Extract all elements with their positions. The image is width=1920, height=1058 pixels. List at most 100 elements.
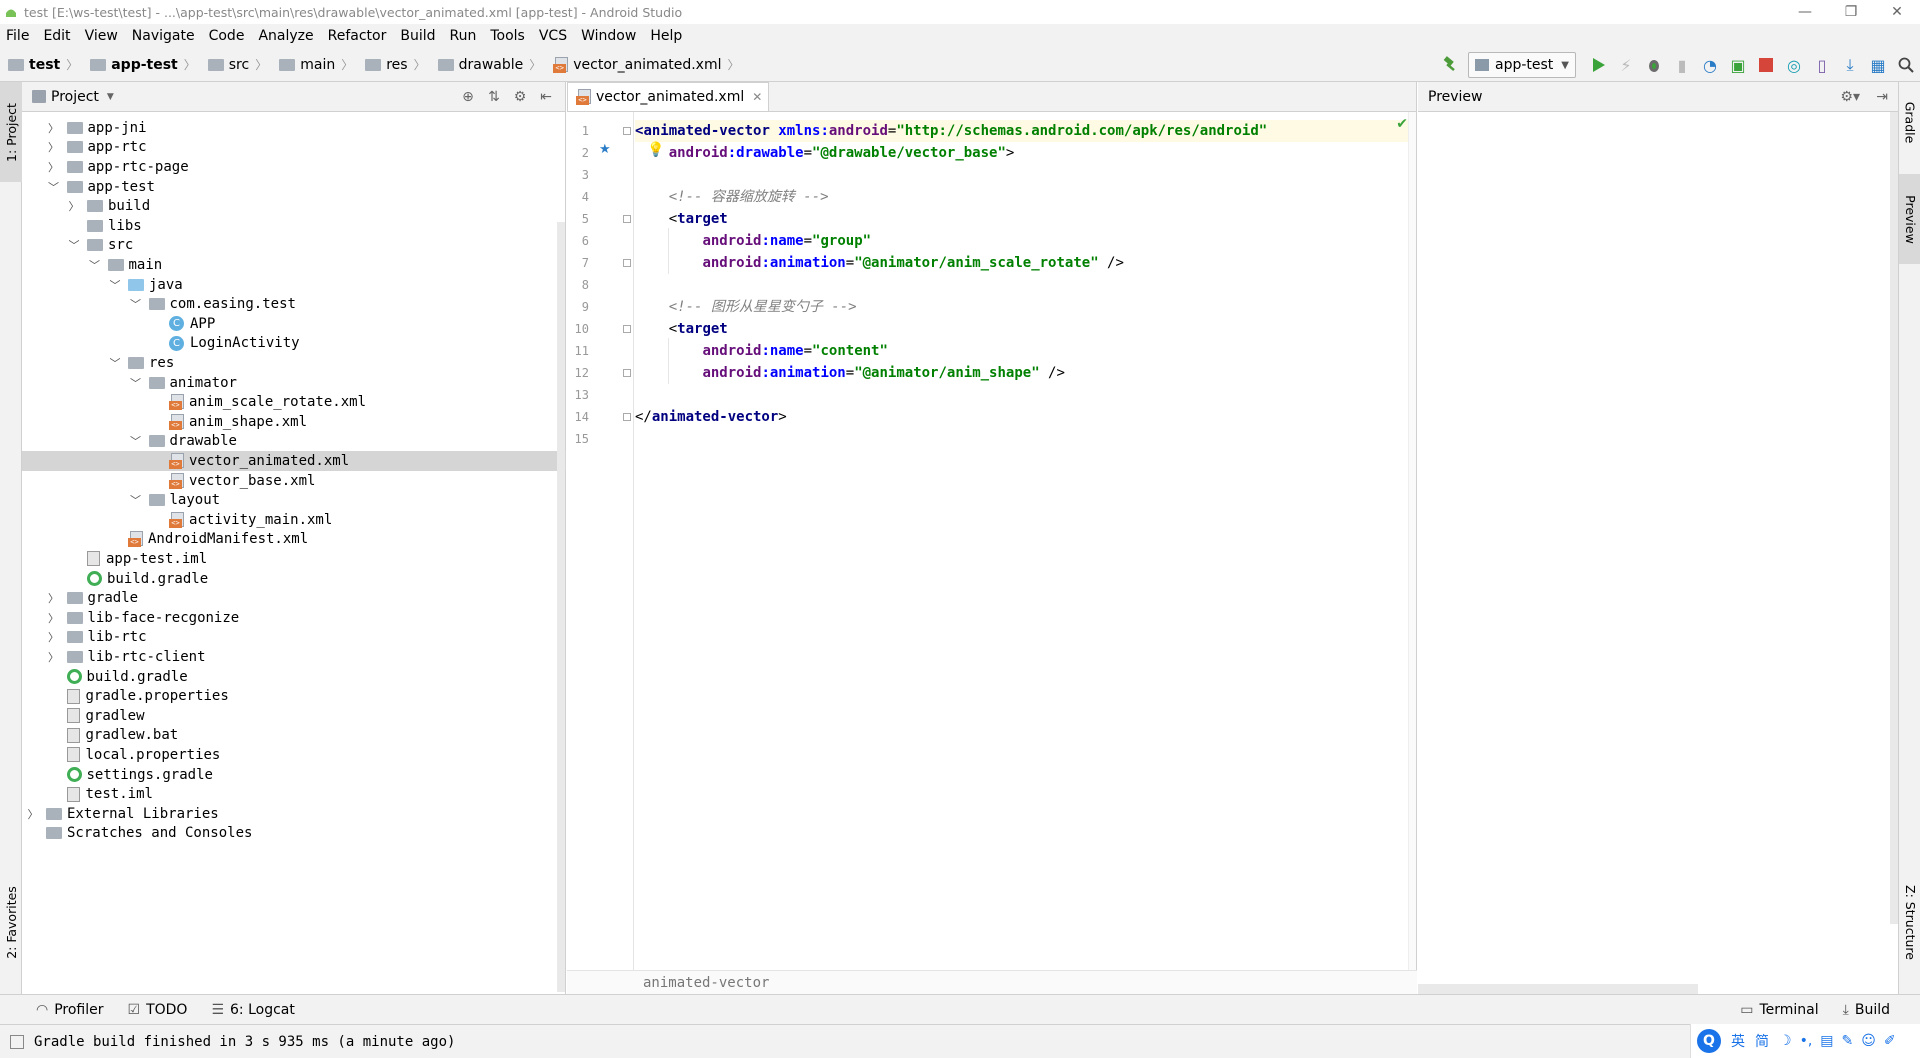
minimize-button[interactable]: — (1782, 0, 1828, 24)
chevron-down-icon[interactable]: ﹀ (108, 356, 122, 370)
tree-item[interactable]: gradlew (22, 706, 566, 726)
tree-item[interactable]: 〉 app-rtc-page (22, 157, 566, 177)
tree-item[interactable]: ﹀ src (22, 236, 566, 256)
tab-todo[interactable]: ☑ TODO (128, 1002, 188, 1018)
menu-navigate[interactable]: Navigate (126, 28, 201, 44)
tab-terminal[interactable]: ▭ Terminal (1740, 1002, 1818, 1018)
tree-item[interactable]: 〉 app-rtc (22, 138, 566, 158)
breadcrumb-item[interactable]: test 〉 (0, 48, 82, 82)
tree-item[interactable]: C LoginActivity (22, 334, 566, 354)
tree-item[interactable]: anim_shape.xml (22, 412, 566, 432)
gear-icon[interactable]: ⚙▾ (1840, 89, 1860, 105)
code-line[interactable]: <!-- 容器缩放旋转 --> (635, 186, 1415, 208)
stop-icon[interactable] (1752, 51, 1780, 79)
editor-scrollbar[interactable] (1408, 112, 1416, 970)
code-line[interactable] (635, 274, 1415, 296)
code-line[interactable]: <target (635, 318, 1415, 340)
tree-item[interactable]: C APP (22, 314, 566, 334)
tab-structure[interactable]: Z: Structure (1899, 862, 1920, 982)
fold-marker-icon[interactable] (623, 259, 631, 267)
tab-logcat[interactable]: ☰ 6: Logcat (211, 1002, 294, 1018)
tab-profiler[interactable]: ◠ Profiler (36, 1002, 104, 1018)
ime-lang[interactable]: 英 (1731, 1031, 1745, 1051)
avd-manager-icon[interactable]: ▯ (1808, 51, 1836, 79)
preview-hscrollbar[interactable] (1418, 984, 1698, 994)
project-panel-title[interactable]: Project (51, 89, 99, 105)
tree-item[interactable]: ﹀ java (22, 275, 566, 295)
status-message[interactable]: Gradle build finished in 3 s 935 ms (a m… (34, 1034, 455, 1050)
menu-run[interactable]: Run (444, 28, 483, 44)
punctuation-icon[interactable]: •, (1800, 1033, 1813, 1049)
close-tab-icon[interactable]: ✕ (752, 90, 762, 104)
menu-tools[interactable]: Tools (484, 28, 531, 44)
chevron-down-icon[interactable]: ﹀ (47, 180, 61, 194)
tree-item[interactable]: settings.gradle (22, 765, 566, 785)
tree-item[interactable]: 〉 External Libraries (22, 804, 566, 824)
menu-build[interactable]: Build (394, 28, 441, 44)
chevron-down-icon[interactable]: ﹀ (129, 297, 143, 311)
fold-marker-icon[interactable] (623, 413, 631, 421)
skin-icon[interactable]: ✐ (1884, 1033, 1896, 1049)
code-line[interactable]: android:animation="@animator/anim_scale_… (635, 252, 1415, 274)
tree-item[interactable]: gradle.properties (22, 686, 566, 706)
tree-item[interactable]: ﹀ drawable (22, 432, 566, 452)
apply-changes-icon[interactable]: ⚡ (1612, 51, 1640, 79)
tree-item[interactable]: vector_animated.xml (22, 451, 566, 471)
chevron-down-icon[interactable]: ﹀ (108, 278, 122, 292)
tree-item[interactable]: ﹀ layout (22, 490, 566, 510)
breadcrumb-item[interactable]: main 〉 (271, 48, 357, 82)
code-line[interactable]: <animated-vector xmlns:android="http://s… (635, 120, 1415, 142)
menu-help[interactable]: Help (644, 28, 688, 44)
breadcrumb-item[interactable]: vector_animated.xml 〉 (545, 48, 743, 82)
code-line[interactable]: android:animation="@animator/anim_shape"… (635, 362, 1415, 384)
code-line[interactable] (635, 384, 1415, 406)
tree-item[interactable]: ﹀ app-test (22, 177, 566, 197)
code-line[interactable]: <!-- 图形从星星变勺子 --> (635, 296, 1415, 318)
chevron-right-icon[interactable]: 〉 (47, 160, 61, 174)
menu-edit[interactable]: Edit (37, 28, 76, 44)
menu-window[interactable]: Window (575, 28, 642, 44)
code-line[interactable]: </animated-vector> (635, 406, 1415, 428)
smile-icon[interactable]: ☺ (1861, 1033, 1876, 1049)
apply-code-changes-icon[interactable]: ▣ (1724, 51, 1752, 79)
ime-logo-icon[interactable]: Q (1697, 1029, 1721, 1053)
settings-wrench-icon[interactable]: ✎ (1842, 1033, 1854, 1049)
debug-icon[interactable] (1640, 51, 1668, 79)
attach-debugger-icon[interactable]: ◔ (1696, 51, 1724, 79)
menu-analyze[interactable]: Analyze (252, 28, 319, 44)
project-structure-icon[interactable]: ▦ (1864, 51, 1892, 79)
breadcrumb-item[interactable]: app-test 〉 (82, 48, 200, 82)
tree-item[interactable]: activity_main.xml (22, 510, 566, 530)
tree-item[interactable]: ﹀ res (22, 353, 566, 373)
fold-marker-icon[interactable] (623, 325, 631, 333)
run-icon[interactable] (1584, 51, 1612, 79)
breadcrumb-item[interactable]: src 〉 (200, 48, 271, 82)
hide-panel-icon[interactable]: ⇥ (1876, 89, 1888, 105)
make-project-hammer-icon[interactable] (1436, 51, 1464, 79)
tree-item[interactable]: local.properties (22, 745, 566, 765)
tree-item[interactable]: 〉 lib-rtc (22, 628, 566, 648)
tree-item[interactable]: build.gradle (22, 667, 566, 687)
chevron-right-icon[interactable]: 〉 (26, 807, 40, 821)
editor-tab-vector-animated[interactable]: vector_animated.xml ✕ (567, 82, 770, 111)
hide-panel-icon[interactable]: ⇤ (533, 89, 559, 105)
collapse-all-icon[interactable]: ⇅ (481, 89, 507, 105)
restore-button[interactable]: ❐ (1828, 0, 1874, 24)
tree-item[interactable]: test.iml (22, 784, 566, 804)
chevron-right-icon[interactable]: 〉 (47, 591, 61, 605)
tree-item[interactable]: gradlew.bat (22, 726, 566, 746)
menu-file[interactable]: File (0, 28, 35, 44)
toggle-tool-windows-icon[interactable] (10, 1034, 24, 1049)
code-area[interactable]: <animated-vector xmlns:android="http://s… (635, 112, 1415, 970)
fold-marker-icon[interactable] (623, 215, 631, 223)
tree-item[interactable]: 〉 app-jni (22, 118, 566, 138)
menu-refactor[interactable]: Refactor (322, 28, 393, 44)
tab-build[interactable]: ⤓ Build (1843, 1002, 1890, 1018)
code-line[interactable]: android:name="group" (635, 230, 1415, 252)
tree-item[interactable]: vector_base.xml (22, 471, 566, 491)
menu-code[interactable]: Code (203, 28, 251, 44)
tree-item[interactable]: app-test.iml (22, 549, 566, 569)
tree-item[interactable]: libs (22, 216, 566, 236)
tree-item[interactable]: build.gradle (22, 569, 566, 589)
close-window-button[interactable]: ✕ (1874, 0, 1920, 24)
